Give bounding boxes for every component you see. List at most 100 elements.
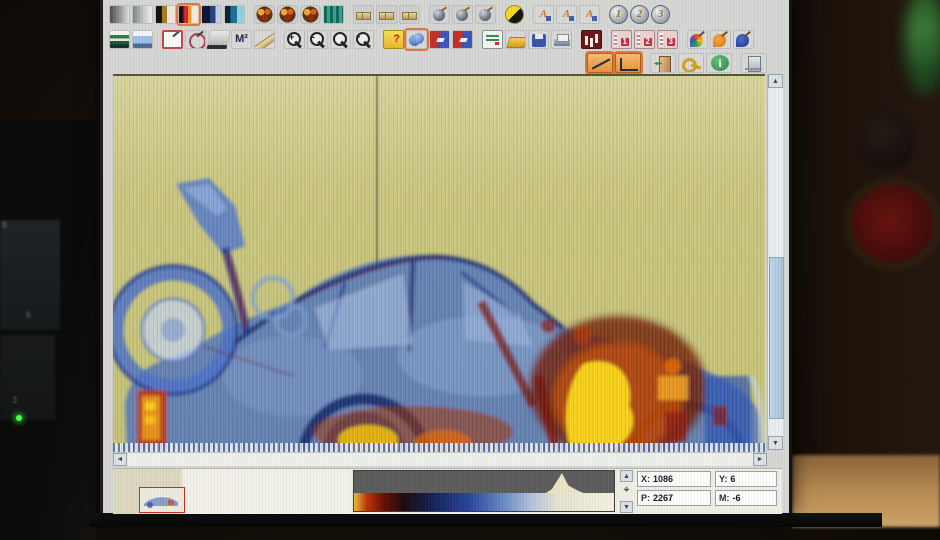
- scroll-down-button[interactable]: ▼: [768, 436, 783, 450]
- overview-navigator-box[interactable]: [139, 487, 185, 513]
- m-label: M:: [719, 493, 730, 503]
- scroll-right-button[interactable]: ►: [753, 453, 767, 466]
- histogram-lut-panel[interactable]: [353, 470, 615, 512]
- curve-log[interactable]: [615, 53, 641, 73]
- zoom-out[interactable]: -: [307, 30, 328, 49]
- toolbar-row-2: M² +- · 123: [109, 28, 754, 50]
- sphere-tool-2[interactable]: [452, 5, 473, 24]
- power-led: [16, 415, 22, 421]
- background-digit: 3: [12, 395, 17, 405]
- sphere-tool-3[interactable]: [475, 5, 496, 24]
- display-bands-dark[interactable]: [155, 5, 176, 24]
- archive-out[interactable]: [452, 30, 473, 49]
- status-arrow-column: ▲ ⌖ ▼: [619, 469, 634, 514]
- coordinate-readout: X: 1086 Y: 6 P: 2267 M: -6: [637, 471, 780, 512]
- palette-orange-3[interactable]: [300, 5, 321, 24]
- annotate-a-1[interactable]: A: [533, 5, 554, 24]
- panel-settings[interactable]: [109, 30, 130, 49]
- preset-2[interactable]: 2: [630, 5, 649, 24]
- palette-brush-orange[interactable]: [710, 30, 731, 49]
- overview-thumbnail: [140, 488, 182, 510]
- screen: AAA123 M²+-·123: [100, 0, 792, 513]
- zoom-in[interactable]: +: [284, 30, 305, 49]
- cursor-position-icon: ⌖: [619, 484, 634, 497]
- film-2[interactable]: 2: [634, 30, 655, 49]
- photo-of-xray-workstation: { "app": {"description": "vehicle x-ray …: [0, 0, 940, 527]
- display-navy[interactable]: [201, 5, 222, 24]
- invert-contrast[interactable]: [505, 5, 524, 24]
- print[interactable]: [551, 30, 572, 49]
- panel-image[interactable]: [132, 30, 153, 49]
- p-value: 2267: [653, 493, 673, 503]
- x-coordinate-field: X: 1086: [637, 471, 711, 487]
- overview-panel: [113, 469, 351, 514]
- y-label: Y:: [719, 474, 727, 484]
- help-search[interactable]: [383, 30, 404, 49]
- bottom-panel: ▲ ⌖ ▼ X: 1086 Y: 6 P: 2267 M: -6: [113, 468, 782, 514]
- film-1[interactable]: 1: [611, 30, 632, 49]
- sphere-tool-1[interactable]: [429, 5, 450, 24]
- background-monitor: 8 6 3: [0, 120, 96, 540]
- m-value-field: M: -6: [715, 490, 777, 506]
- y-coordinate-field: Y: 6: [715, 471, 777, 487]
- scroll-left-button[interactable]: ◄: [113, 453, 127, 466]
- x-value: 1086: [653, 474, 673, 484]
- preset-1[interactable]: 1: [609, 5, 628, 24]
- display-color-bands[interactable]: [178, 5, 199, 24]
- y-value: 6: [730, 474, 735, 484]
- display-gray-light[interactable]: [132, 5, 153, 24]
- exit-logout[interactable]: [650, 53, 676, 73]
- device-card[interactable]: [482, 30, 503, 49]
- palette-brush-blue[interactable]: [733, 30, 754, 49]
- zoom-region[interactable]: ·: [353, 30, 374, 49]
- background-knob: [862, 112, 914, 170]
- annotate-a-2[interactable]: A: [556, 5, 577, 24]
- toolbar-row-1: AAA123: [109, 3, 670, 25]
- system-info[interactable]: [706, 53, 732, 73]
- wipe-tool[interactable]: [206, 30, 231, 49]
- p-label: P:: [641, 493, 650, 503]
- display-teal[interactable]: [323, 5, 344, 24]
- curve-linear[interactable]: [587, 53, 613, 73]
- material-link-2[interactable]: [376, 5, 397, 24]
- palette-orange-2[interactable]: [277, 5, 298, 24]
- open-file[interactable]: [505, 30, 526, 49]
- ruler-measure[interactable]: [254, 30, 275, 49]
- monitor-bezel: [90, 513, 882, 527]
- toolbar-row-3: [587, 52, 767, 73]
- status-down-button[interactable]: ▼: [620, 501, 633, 513]
- background-digit: 6: [26, 310, 31, 320]
- x-label: X:: [641, 474, 650, 484]
- archive-in[interactable]: [429, 30, 450, 49]
- p-value-field: P: 2267: [637, 490, 711, 506]
- status-up-button[interactable]: ▲: [620, 470, 633, 482]
- display-gray-dark[interactable]: [109, 5, 130, 24]
- vertical-scroll-thumb[interactable]: [769, 257, 784, 419]
- image-processing[interactable]: [406, 30, 427, 49]
- m-value: -6: [733, 493, 741, 503]
- background-monitor-panel: [0, 335, 55, 420]
- material-link-1[interactable]: [353, 5, 374, 24]
- zoom-reset[interactable]: [330, 30, 351, 49]
- save-file[interactable]: [528, 30, 549, 49]
- xray-image-viewport[interactable]: [113, 74, 765, 452]
- emergency-stop-button: [852, 185, 934, 263]
- workstation[interactable]: [741, 53, 767, 73]
- roi-ellipse[interactable]: [185, 30, 206, 49]
- roi-rectangle[interactable]: [162, 30, 183, 49]
- film-3[interactable]: 3: [657, 30, 678, 49]
- palette-brush-multi[interactable]: [687, 30, 708, 49]
- key-login[interactable]: [678, 53, 704, 73]
- area-measure[interactable]: M²: [231, 30, 252, 49]
- display-blue-teal[interactable]: [224, 5, 245, 24]
- material-link-3[interactable]: [399, 5, 420, 24]
- vertical-scrollbar[interactable]: ▲ ▼: [767, 74, 783, 450]
- scroll-up-button[interactable]: ▲: [768, 74, 783, 88]
- horizontal-scrollbar[interactable]: ◄ ►: [113, 452, 767, 466]
- lut-gradient-strip: [354, 493, 614, 511]
- crt-stripe-overlay: [113, 76, 765, 452]
- histogram-view[interactable]: [581, 30, 602, 49]
- preset-3[interactable]: 3: [651, 5, 670, 24]
- annotate-a-3[interactable]: A: [579, 5, 600, 24]
- palette-orange-1[interactable]: [254, 5, 275, 24]
